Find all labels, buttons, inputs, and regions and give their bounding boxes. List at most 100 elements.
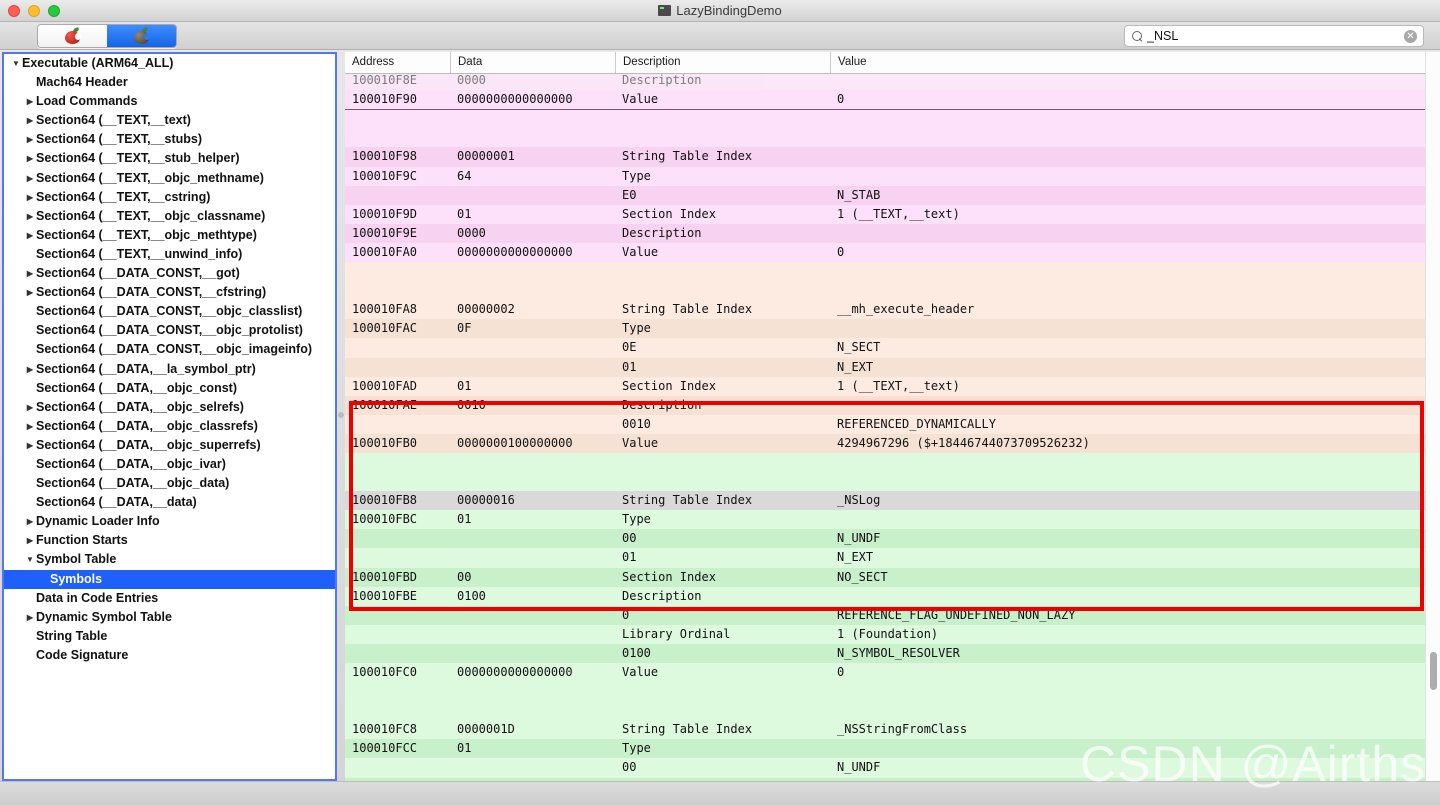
- column-header-description[interactable]: Description: [615, 52, 837, 73]
- table-row[interactable]: 0 REFERENCE_FLAG_UNDEFINED_NON_LAZY: [345, 605, 1425, 625]
- table-row[interactable]: 0010 REFERENCED_DYNAMICALLY: [345, 414, 1425, 434]
- table-row[interactable]: 100010F90 0000000000000000 Value 0: [345, 90, 1425, 110]
- sidebar-item-27[interactable]: Symbols: [4, 569, 335, 589]
- table-row[interactable]: 100010FBE 0100 Description: [345, 586, 1425, 606]
- sidebar-item-11[interactable]: ▶ Section64 (__DATA_CONST,__got): [4, 264, 335, 283]
- chevron-right-icon[interactable]: ▶: [24, 92, 36, 111]
- sidebar-item-21[interactable]: Section64 (__DATA,__objc_ivar): [4, 455, 335, 474]
- sidebar-item-13[interactable]: Section64 (__DATA_CONST,__objc_classlist…: [4, 302, 335, 321]
- sidebar-item-25[interactable]: ▶ Function Starts: [4, 531, 335, 550]
- sidebar-item-12[interactable]: ▶ Section64 (__DATA_CONST,__cfstring): [4, 283, 335, 302]
- table-row[interactable]: 100010FB8 00000016 String Table Index _NSLo…: [345, 491, 1425, 511]
- table-row[interactable]: 01 N_EXT: [345, 548, 1425, 568]
- table-row[interactable]: 100010F9D 01 Section Index 1 (__TEXT,__text…: [345, 204, 1425, 224]
- table-row[interactable]: 100010F9E 0000 Description: [345, 223, 1425, 243]
- column-header-data[interactable]: Data: [450, 52, 622, 73]
- sidebar-item-4[interactable]: ▶ Section64 (__TEXT,__stubs): [4, 130, 335, 149]
- sidebar-item-2[interactable]: ▶ Load Commands: [4, 92, 335, 111]
- chevron-down-icon[interactable]: ▼: [24, 550, 36, 569]
- sidebar-item-10[interactable]: Section64 (__TEXT,__unwind_info): [4, 245, 335, 264]
- sidebar-item-17[interactable]: Section64 (__DATA,__objc_const): [4, 379, 335, 398]
- view-mode-segmented-control[interactable]: [37, 24, 177, 48]
- chevron-right-icon[interactable]: ▶: [24, 512, 36, 531]
- table-row[interactable]: [345, 701, 1425, 721]
- sidebar-item-31[interactable]: Code Signature: [4, 646, 335, 665]
- table-row[interactable]: 0100 N_SYMBOL_RESOLVER: [345, 643, 1425, 663]
- table-row[interactable]: 100010FC0 0000000000000000 Value 0: [345, 663, 1425, 683]
- search-input[interactable]: [1143, 29, 1404, 43]
- sidebar-item-14[interactable]: Section64 (__DATA_CONST,__objc_protolist…: [4, 321, 335, 340]
- table-row[interactable]: [345, 109, 1425, 129]
- sidebar-item-1[interactable]: Mach64 Header: [4, 73, 335, 92]
- tab-apple-red[interactable]: [38, 25, 107, 47]
- vertical-scrollbar-thumb[interactable]: [1430, 652, 1437, 690]
- sidebar-item-7[interactable]: ▶ Section64 (__TEXT,__cstring): [4, 188, 335, 207]
- chevron-right-icon[interactable]: ▶: [24, 417, 36, 436]
- table-scroll-area[interactable]: 100010F8D00Section IndexNO_SECT100010F8E…: [345, 52, 1425, 781]
- search-field[interactable]: ✕: [1124, 25, 1424, 47]
- sidebar-item-23[interactable]: Section64 (__DATA,__data): [4, 493, 335, 512]
- sidebar-splitter-handle[interactable]: [338, 412, 344, 418]
- sidebar-item-6[interactable]: ▶ Section64 (__TEXT,__objc_methname): [4, 169, 335, 188]
- chevron-right-icon[interactable]: ▶: [24, 188, 36, 207]
- column-header-value[interactable]: Value: [830, 52, 1425, 73]
- sidebar-item-19[interactable]: ▶ Section64 (__DATA,__objc_classrefs): [4, 417, 335, 436]
- chevron-right-icon[interactable]: ▶: [24, 130, 36, 149]
- table-row[interactable]: 100010FC8 0000001D String Table Index _NSSt…: [345, 720, 1425, 740]
- chevron-right-icon[interactable]: ▶: [24, 398, 36, 417]
- chevron-right-icon[interactable]: ▶: [24, 149, 36, 168]
- sidebar-item-16[interactable]: ▶ Section64 (__DATA,__la_symbol_ptr): [4, 360, 335, 379]
- sidebar-item-18[interactable]: ▶ Section64 (__DATA,__objc_selrefs): [4, 398, 335, 417]
- table-row[interactable]: 100010FBD 00 Section Index NO_SECT: [345, 567, 1425, 587]
- table-row[interactable]: 00 N_UNDF: [345, 529, 1425, 549]
- sidebar-item-0[interactable]: ▼ Executable (ARM64_ALL): [4, 54, 335, 73]
- table-row[interactable]: 01 N_EXT: [345, 357, 1425, 377]
- sidebar-item-22[interactable]: Section64 (__DATA,__objc_data): [4, 474, 335, 493]
- chevron-right-icon[interactable]: ▶: [24, 207, 36, 226]
- table-row[interactable]: E0 N_STAB: [345, 185, 1425, 205]
- column-header-address[interactable]: Address: [345, 52, 457, 73]
- sidebar-item-15[interactable]: Section64 (__DATA_CONST,__objc_imageinfo…: [4, 340, 335, 359]
- chevron-right-icon[interactable]: ▶: [24, 111, 36, 130]
- sidebar-item-5[interactable]: ▶ Section64 (__TEXT,__stub_helper): [4, 149, 335, 168]
- table-row[interactable]: 0E N_SECT: [345, 338, 1425, 358]
- table-row[interactable]: 100010F9C 64 Type: [345, 166, 1425, 186]
- sidebar-item-3[interactable]: ▶ Section64 (__TEXT,__text): [4, 111, 335, 130]
- table-row[interactable]: Library Ordinal 1 (Foundation): [345, 624, 1425, 644]
- table-row[interactable]: [345, 682, 1425, 702]
- sidebar-item-28[interactable]: Data in Code Entries: [4, 589, 335, 608]
- chevron-right-icon[interactable]: ▶: [24, 283, 36, 302]
- sidebar-item-20[interactable]: ▶ Section64 (__DATA,__objc_superrefs): [4, 436, 335, 455]
- table-row[interactable]: 100010FAD 01 Section Index 1 (__TEXT,__text…: [345, 376, 1425, 396]
- chevron-right-icon[interactable]: ▶: [24, 436, 36, 455]
- sidebar-item-9[interactable]: ▶ Section64 (__TEXT,__objc_methtype): [4, 226, 335, 245]
- vertical-scrollbar[interactable]: [1425, 52, 1440, 781]
- table-row[interactable]: 00 N_UNDF: [345, 758, 1425, 778]
- table-row[interactable]: 100010FCC 01 Type: [345, 739, 1425, 759]
- chevron-right-icon[interactable]: ▶: [24, 531, 36, 550]
- table-row[interactable]: 100010FAC 0F Type: [345, 319, 1425, 339]
- chevron-right-icon[interactable]: ▶: [24, 169, 36, 188]
- table-row[interactable]: 100010FA0 0000000000000000 Value 0: [345, 242, 1425, 263]
- clear-search-icon[interactable]: ✕: [1404, 29, 1417, 43]
- table-row[interactable]: 100010FA8 00000002 String Table Index __mh_…: [345, 300, 1425, 320]
- table-row[interactable]: 100010F98 00000001 String Table Index: [345, 147, 1425, 167]
- table-row[interactable]: [345, 262, 1425, 282]
- chevron-right-icon[interactable]: ▶: [24, 226, 36, 245]
- table-row[interactable]: [345, 472, 1425, 492]
- table-row[interactable]: 100010FB0 0000000100000000 Value 4294967296…: [345, 433, 1425, 453]
- tab-apple-gray[interactable]: [107, 25, 176, 47]
- chevron-right-icon[interactable]: ▶: [24, 608, 36, 627]
- sidebar-item-8[interactable]: ▶ Section64 (__TEXT,__objc_classname): [4, 207, 335, 226]
- table-row[interactable]: [345, 281, 1425, 301]
- sidebar-item-30[interactable]: String Table: [4, 627, 335, 646]
- table-row[interactable]: 100010FBC 01 Type: [345, 510, 1425, 530]
- table-row[interactable]: [345, 128, 1425, 148]
- sidebar-item-24[interactable]: ▶ Dynamic Loader Info: [4, 512, 335, 531]
- chevron-down-icon[interactable]: ▼: [10, 54, 22, 73]
- table-row[interactable]: 100010FAE 0010 Description: [345, 395, 1425, 415]
- chevron-right-icon[interactable]: ▶: [24, 360, 36, 379]
- sidebar-item-29[interactable]: ▶ Dynamic Symbol Table: [4, 608, 335, 627]
- chevron-right-icon[interactable]: ▶: [24, 264, 36, 283]
- outline-sidebar[interactable]: ▼ Executable (ARM64_ALL) Mach64 Header ▶ Lo…: [2, 52, 337, 781]
